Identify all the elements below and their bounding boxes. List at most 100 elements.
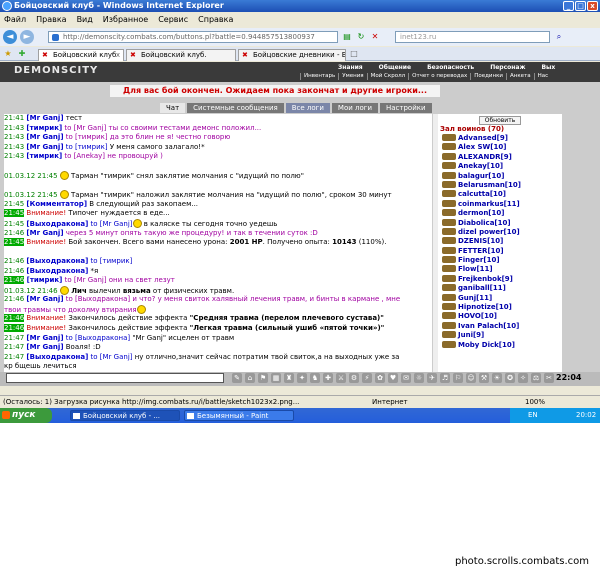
player-row[interactable]: Moby Dick[10] — [438, 340, 562, 350]
player-name[interactable]: DZENIS[10] — [458, 237, 503, 245]
chat-nick[interactable]: [Mr Ganj] — [26, 133, 63, 141]
nav-skills[interactable]: Умения — [338, 73, 366, 80]
favorites-star-icon[interactable]: ★ — [3, 49, 13, 59]
nav-inventory[interactable]: Инвентарь — [300, 73, 338, 80]
player-row[interactable]: Ivan Palach[10] — [438, 321, 562, 331]
toolbar-button-icon[interactable]: ⚔ — [336, 373, 346, 383]
toolbar-button-icon[interactable]: ⚙ — [349, 373, 359, 383]
nav-security[interactable]: Безопасность — [419, 64, 482, 72]
start-button[interactable]: пуск — [0, 408, 52, 423]
chat-nick[interactable]: [Выходракона] — [26, 257, 88, 265]
player-row[interactable]: DZENIS[10] — [438, 237, 562, 246]
nav-exit[interactable]: Вых — [533, 64, 563, 72]
toolbar-button-icon[interactable]: ♜ — [284, 373, 294, 383]
nav-profile[interactable]: Анкета — [506, 73, 534, 80]
toolbar-button-icon[interactable]: ✂ — [544, 373, 554, 383]
player-name[interactable]: Alex SW[10] — [458, 143, 506, 151]
player-name[interactable]: Gunj[11] — [458, 294, 492, 302]
player-name[interactable]: Hipnotize[10] — [458, 303, 512, 311]
player-name[interactable]: Advansed[9] — [458, 134, 508, 142]
player-name[interactable]: Finger[10] — [458, 256, 500, 264]
minimize-button[interactable]: _ — [563, 1, 574, 11]
menu-tools[interactable]: Сервис — [158, 14, 188, 26]
toolbar-button-icon[interactable]: ✉ — [401, 373, 411, 383]
player-name[interactable]: ganiball[11] — [458, 284, 506, 292]
toolbar-button-icon[interactable]: ♞ — [310, 373, 320, 383]
tab-my-logs[interactable]: Мои логи — [331, 103, 378, 113]
player-row[interactable]: Anekay[10] — [438, 162, 562, 171]
chat-nick[interactable]: [Mr Ganj] — [26, 295, 63, 303]
tab-close-icon[interactable]: x — [116, 50, 120, 61]
toolbar-button-icon[interactable]: ☼ — [414, 373, 424, 383]
toolbar-button-icon[interactable]: ✧ — [518, 373, 528, 383]
search-input[interactable]: inet123.ru — [395, 31, 550, 43]
player-row[interactable]: HOVO[10] — [438, 312, 562, 321]
menu-favorites[interactable]: Избранное — [103, 14, 148, 26]
compat-icon[interactable]: ▤ — [342, 32, 352, 42]
player-row[interactable]: dermon[10] — [438, 209, 562, 218]
tab-all-logs[interactable]: Все логи — [285, 103, 330, 113]
toolbar-button-icon[interactable]: ⚖ — [531, 373, 541, 383]
player-row[interactable]: dizel power[10] — [438, 227, 562, 237]
tab-chat-settings[interactable]: Настройки — [380, 103, 432, 113]
player-row[interactable]: Hipnotize[10] — [438, 303, 562, 312]
language-indicator[interactable]: EN — [528, 408, 538, 423]
toolbar-button-icon[interactable]: ⚐ — [453, 373, 463, 383]
chat-nick[interactable]: [Mr Ganj] — [26, 229, 63, 237]
player-name[interactable]: balagur[10] — [458, 172, 504, 180]
player-name[interactable]: HOVO[10] — [458, 312, 497, 320]
player-name[interactable]: Anekay[10] — [458, 162, 503, 170]
tab-system-messages[interactable]: Системные сообщения — [187, 103, 284, 113]
toolbar-button-icon[interactable]: ✦ — [297, 373, 307, 383]
chat-nick[interactable]: [тимрик] — [26, 124, 62, 132]
player-name[interactable]: ALEXANDR[9] — [458, 153, 512, 161]
menu-help[interactable]: Справка — [198, 14, 233, 26]
zoom-label[interactable]: 100% — [525, 396, 545, 408]
player-name[interactable]: dizel power[10] — [458, 228, 520, 236]
toolbar-button-icon[interactable]: ☺ — [466, 373, 476, 383]
player-row[interactable]: Belarusman[10] — [438, 180, 562, 190]
toolbar-button-icon[interactable]: ✚ — [323, 373, 333, 383]
toolbar-button-icon[interactable]: ☀ — [492, 373, 502, 383]
forward-icon[interactable]: ► — [20, 30, 34, 44]
nav-communication[interactable]: Общение — [371, 64, 419, 72]
player-row[interactable]: Finger[10] — [438, 256, 562, 265]
player-row[interactable]: balagur[10] — [438, 171, 562, 181]
player-name[interactable]: dermon[10] — [458, 209, 504, 217]
player-row[interactable]: Diabolica[10] — [438, 218, 562, 228]
tab-chat[interactable]: Чат — [160, 103, 186, 113]
toolbar-button-icon[interactable]: ✪ — [505, 373, 515, 383]
player-name[interactable]: Frejkenbok[9] — [458, 275, 513, 283]
toolbar-button-icon[interactable]: ✎ — [232, 373, 242, 383]
player-row[interactable]: Advansed[9] — [438, 134, 562, 143]
player-row[interactable]: FETTER[10] — [438, 246, 562, 256]
toolbar-button-icon[interactable]: ⌂ — [245, 373, 255, 383]
refresh-icon[interactable]: ↻ — [356, 32, 366, 42]
nav-transfers[interactable]: Отчет о переводах — [408, 73, 470, 80]
player-row[interactable]: Juni[9] — [438, 331, 562, 340]
nav-character[interactable]: Персонаж — [482, 64, 533, 72]
player-name[interactable]: coinmarkus[11] — [458, 200, 520, 208]
nav-knowledge[interactable]: Знания — [330, 64, 371, 72]
chat-nick[interactable]: [тимрик] — [24, 276, 63, 284]
stop-icon[interactable]: ✕ — [370, 32, 380, 42]
url-field[interactable]: http://demonscity.combats.com/buttons.pl… — [48, 31, 338, 43]
player-name[interactable]: Diabolica[10] — [458, 219, 511, 227]
chat-nick[interactable]: [Mr Ganj] — [26, 343, 63, 351]
nav-settings[interactable]: Нас — [533, 73, 552, 80]
chat-nick[interactable]: [Выходракона] — [26, 220, 88, 228]
toolbar-button-icon[interactable]: ⚡ — [362, 373, 372, 383]
tab-combats-2[interactable]: ✖ Бойцовский клуб. — [126, 49, 236, 61]
player-row[interactable]: Flow[11] — [438, 265, 562, 274]
toolbar-button-icon[interactable]: ♥ — [388, 373, 398, 383]
task-ie[interactable]: Бойцовский клуб - ... — [70, 410, 180, 421]
chat-nick[interactable]: [Mr Ganj] — [26, 143, 63, 151]
toolbar-button-icon[interactable]: ⚒ — [479, 373, 489, 383]
player-name[interactable]: FETTER[10] — [458, 247, 504, 255]
chat-nick[interactable]: [Mr Ganj] — [26, 334, 63, 342]
add-favorites-icon[interactable]: ✚ — [17, 49, 27, 59]
toolbar-button-icon[interactable]: ✿ — [375, 373, 385, 383]
player-name[interactable]: Ivan Palach[10] — [458, 322, 519, 330]
player-row[interactable]: ALEXANDR[9] — [438, 152, 562, 162]
player-row[interactable]: Frejkenbok[9] — [438, 274, 562, 284]
